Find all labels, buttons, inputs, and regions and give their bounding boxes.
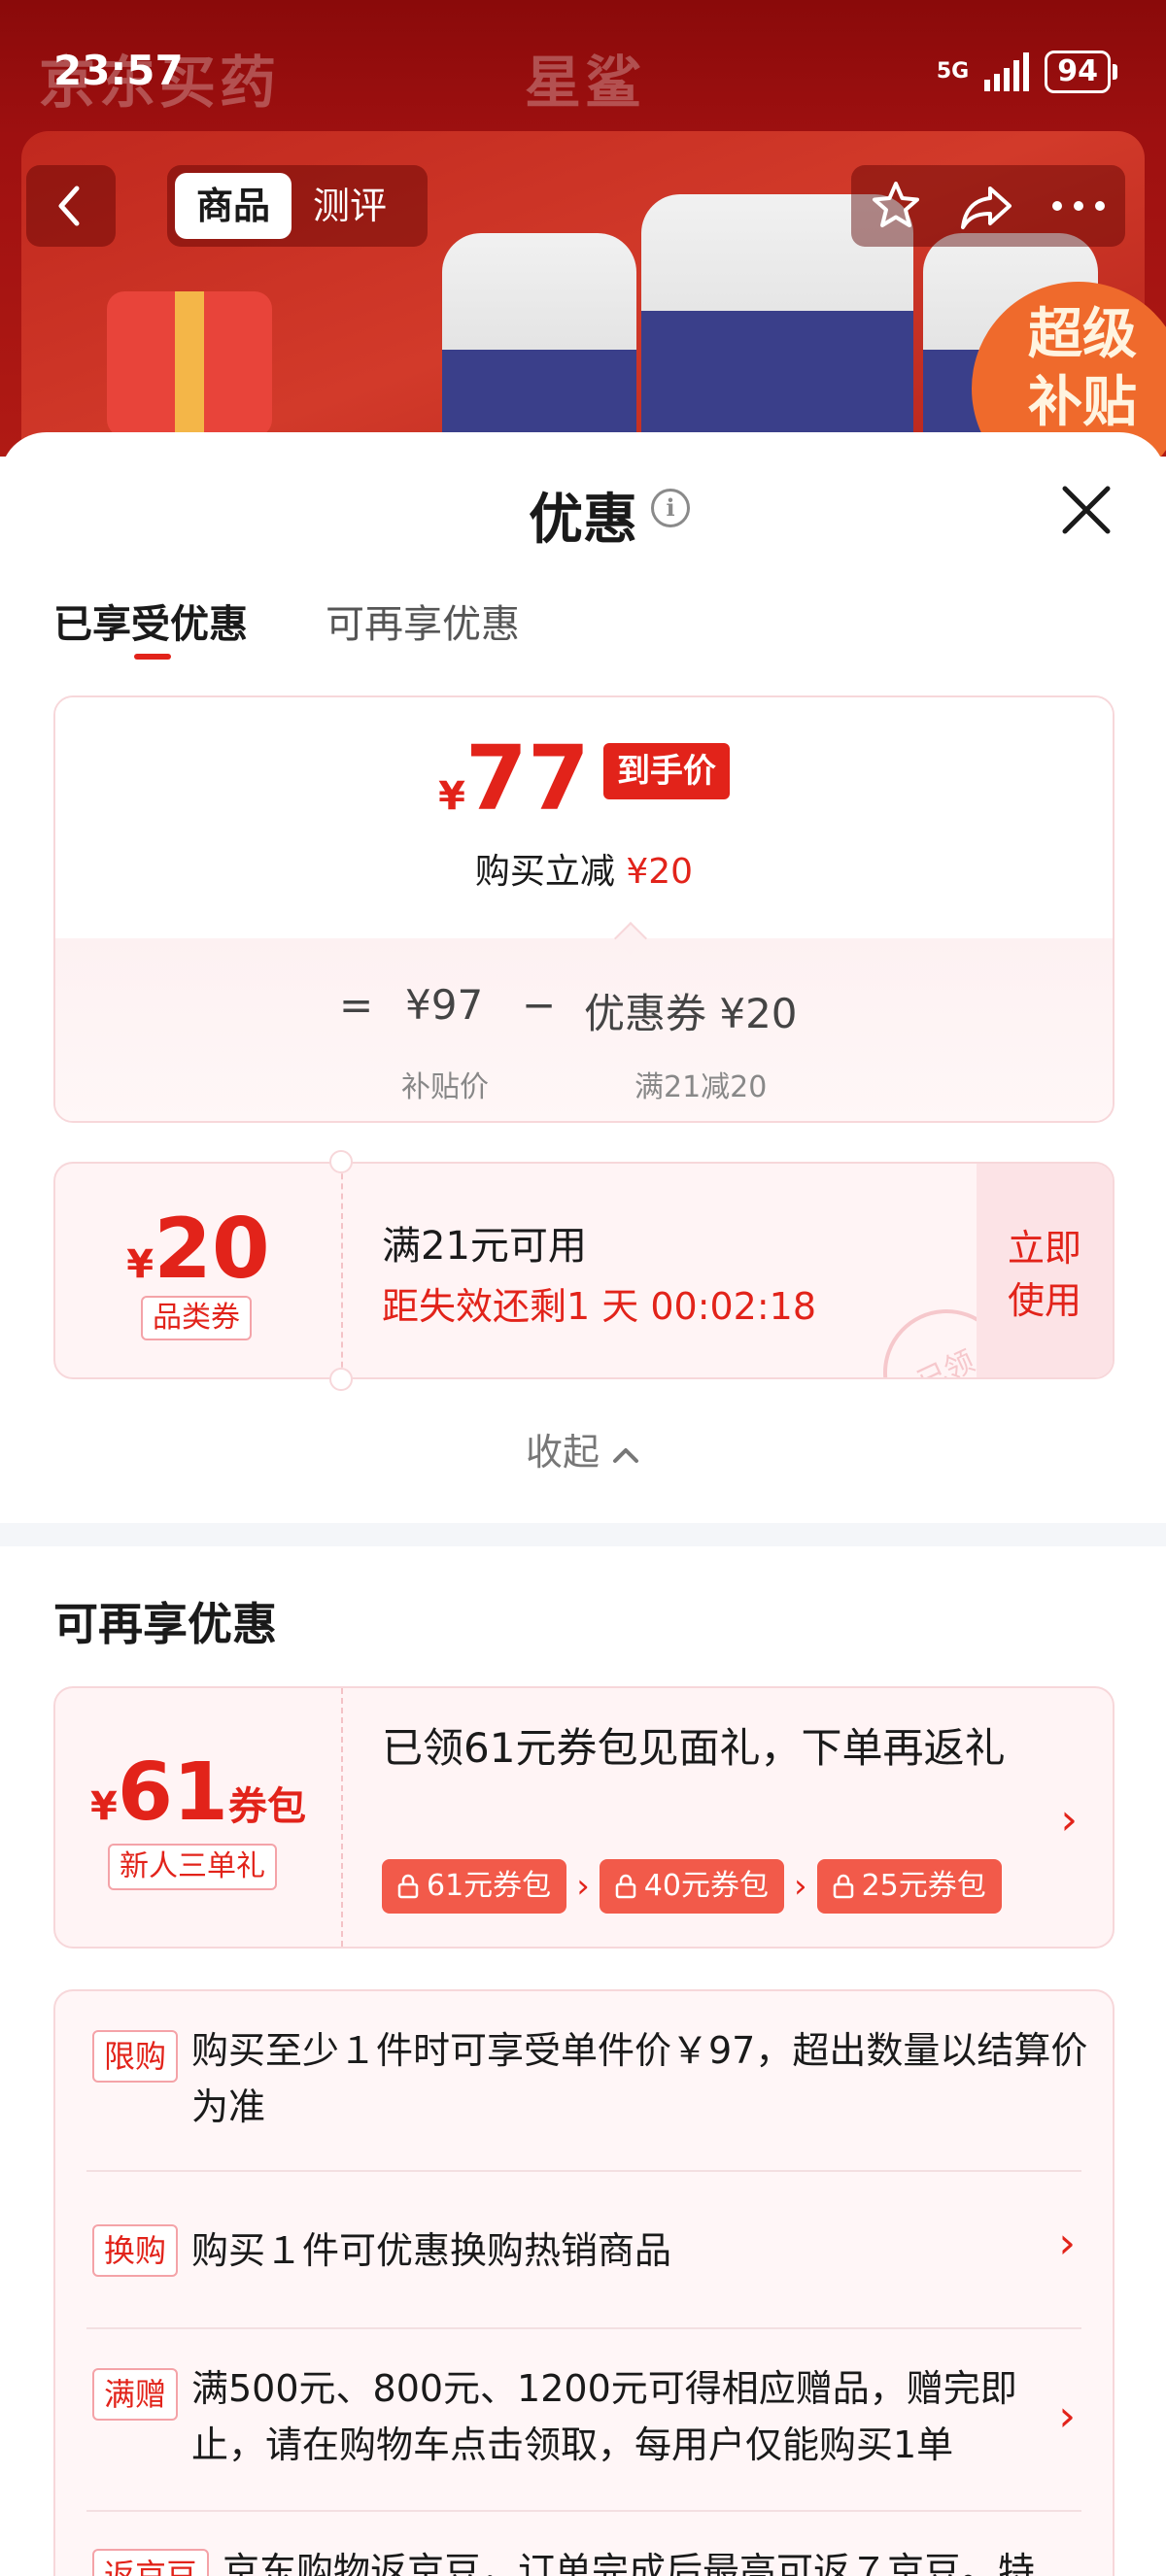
- reduce-value: ¥20: [626, 852, 694, 892]
- final-price: ¥77 到手价: [55, 727, 1113, 830]
- product-bottle-image: [442, 233, 636, 457]
- promo-tag: 换购: [92, 2224, 179, 2277]
- active-tab-indicator: [134, 654, 171, 660]
- promo-tag: 满赠: [92, 2368, 179, 2421]
- newcomer-coupon-pack-card[interactable]: ¥61券包 新人三单礼 已领61元券包见面礼，下单再返礼 61元券包 › 40元…: [53, 1686, 1115, 1949]
- sheet-title: 优惠: [529, 489, 637, 552]
- promo-text: 京东购物返京豆，订单完成后最高可返７京豆。特: [223, 2550, 1036, 2576]
- nav-actions: [851, 165, 1125, 247]
- battery-icon: 94: [1045, 51, 1117, 93]
- promotions-list: 限购 购买至少１件时可享受单件价￥97，超出数量以结算价为准 换购 购买１件可优…: [53, 1989, 1115, 2576]
- promo-text: 满500元、800元、1200元可得相应赠品，赠完即止，请在购物车点击领取，每用…: [191, 2367, 1017, 2466]
- chevron-left-icon: [58, 186, 80, 226]
- section-divider: [0, 1523, 1166, 1546]
- tab-more-discounts[interactable]: 可再享优惠: [326, 593, 520, 649]
- gift-box-image: [107, 291, 272, 437]
- coupon-type-tag: 品类券: [141, 1296, 252, 1340]
- battery-level: 94: [1045, 51, 1111, 93]
- pack-title: 已领61元券包见面礼，下单再返礼: [382, 1724, 1006, 1772]
- super-subsidy-text: 超级 补贴: [1028, 303, 1137, 434]
- lock-icon: [833, 1874, 853, 1899]
- status-icons: 5G 94: [937, 51, 1117, 93]
- pack-chip: 25元券包: [816, 1859, 1002, 1914]
- back-button[interactable]: [26, 165, 116, 247]
- promo-tag: 返京豆: [92, 2549, 210, 2576]
- info-icon[interactable]: i: [651, 489, 690, 527]
- coupon-amount: ¥20: [126, 1201, 270, 1298]
- base-price: ¥97: [405, 981, 484, 1029]
- tab-review[interactable]: 测评: [292, 173, 408, 239]
- tab-enjoyed-discounts[interactable]: 已享受优惠: [53, 593, 248, 649]
- star-icon[interactable]: [867, 177, 925, 235]
- chevron-right-icon: ›: [1060, 1795, 1078, 1845]
- price-formula: = ¥97 − 优惠券 ¥20 补贴价 满21减20: [55, 938, 1113, 1121]
- equals-sign: =: [339, 981, 374, 1029]
- coupon-condition-label: 满21减20: [634, 1070, 768, 1104]
- promo-item-limit: 限购 购买至少１件时可享受单件价￥97，超出数量以结算价为准: [86, 1991, 1087, 2172]
- network-indicator: 5G: [936, 59, 970, 84]
- coupon-countdown: 距失效还剩1 天 00:02:18: [382, 1285, 817, 1328]
- close-icon[interactable]: [1057, 481, 1115, 539]
- promo-tag: 限购: [92, 2030, 179, 2083]
- promo-item-gift[interactable]: 满赠 满500元、800元、1200元可得相应赠品，赠完即止，请在购物车点击领取…: [86, 2329, 1081, 2512]
- reduce-summary: 购买立减 ¥20: [474, 852, 694, 892]
- chevron-right-icon: ›: [1058, 2391, 1076, 2441]
- minus-sign: −: [522, 981, 557, 1029]
- status-time: 23:57: [53, 47, 184, 94]
- pack-chip: 61元券包: [382, 1859, 567, 1914]
- discount-tabs: 已享受优惠 可再享优惠: [53, 593, 520, 649]
- chevron-right-icon: ›: [576, 1867, 590, 1906]
- category-coupon-card: ¥20 品类券 满21元可用 距失效还剩1 天 00:02:18 已领 立即 使…: [53, 1162, 1115, 1379]
- pack-chip: 40元券包: [599, 1859, 784, 1914]
- lock-icon: [397, 1874, 419, 1899]
- more-discounts-title: 可再享优惠: [53, 1598, 277, 1650]
- share-icon[interactable]: [955, 177, 1017, 235]
- signal-icon: [984, 52, 1030, 91]
- coupon-deduction: 优惠券 ¥20: [584, 990, 798, 1037]
- price-breakdown-card: ¥77 到手价 购买立减 ¥20 = ¥97 − 优惠券 ¥20 补贴价 满21减…: [53, 695, 1115, 1123]
- base-price-label: 补贴价: [401, 1070, 489, 1104]
- more-icon[interactable]: [1047, 196, 1110, 216]
- bg-brand2-text: 星鲨: [525, 50, 646, 116]
- use-now-button[interactable]: 立即 使用: [977, 1164, 1113, 1377]
- chevron-right-icon: ›: [1058, 2219, 1076, 2268]
- coupon-condition: 满21元可用: [382, 1224, 587, 1269]
- collapse-button[interactable]: 收起: [0, 1422, 1166, 1475]
- product-nav-tabs: 商品 测评: [167, 165, 428, 247]
- pack-tag: 新人三单礼: [108, 1844, 277, 1890]
- final-price-value: 77: [464, 727, 590, 830]
- chevron-right-icon: ›: [793, 1867, 807, 1906]
- final-price-tag: 到手价: [602, 743, 730, 799]
- pack-amount: ¥61券包: [90, 1746, 306, 1839]
- pack-chips: 61元券包 › 40元券包 › 25元券包: [382, 1859, 1002, 1914]
- promo-text: 购买至少１件时可享受单件价￥97，超出数量以结算价为准: [191, 2029, 1088, 2128]
- promo-item-jingdou[interactable]: 返京豆 京东购物返京豆，订单完成后最高可返７京豆。特: [86, 2512, 1081, 2576]
- chevron-up-icon: [613, 1447, 639, 1463]
- promo-text: 购买１件可优惠换购热销商品: [191, 2229, 672, 2272]
- lock-icon: [615, 1874, 636, 1899]
- promo-item-exchange[interactable]: 换购 购买１件可优惠换购热销商品 ›: [86, 2172, 1081, 2329]
- tab-product[interactable]: 商品: [175, 173, 292, 239]
